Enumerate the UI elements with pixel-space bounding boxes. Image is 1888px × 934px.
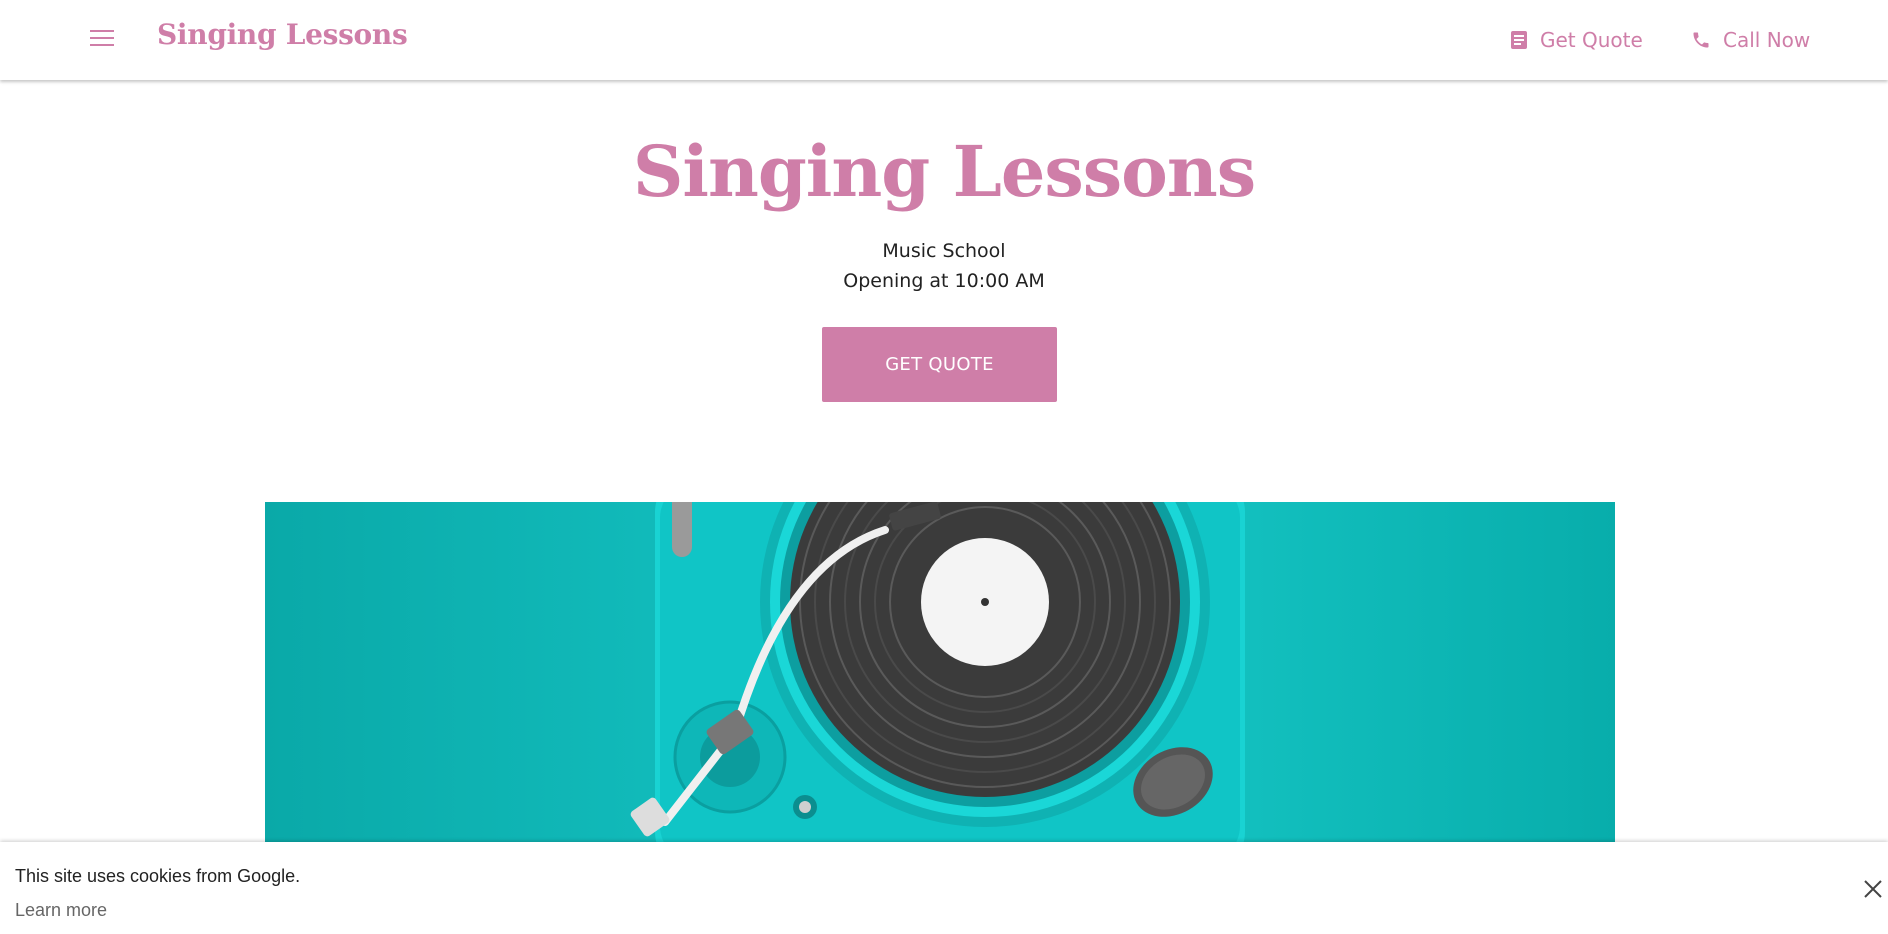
cookie-message: This site uses cookies from Google.: [15, 866, 301, 886]
hero-title: Singing Lessons: [632, 130, 1256, 213]
menu-icon[interactable]: [90, 28, 114, 48]
get-quote-button[interactable]: GET QUOTE: [822, 327, 1057, 402]
quote-icon: [1511, 31, 1527, 49]
turntable-illustration: [630, 502, 1245, 842]
turntable-image: [265, 502, 1615, 842]
business-category: Music School: [882, 240, 1006, 262]
get-quote-label: Get Quote: [1540, 28, 1643, 52]
phone-icon: [1693, 32, 1709, 48]
learn-more-link[interactable]: Learn more: [15, 900, 107, 921]
call-now-link[interactable]: Call Now: [1691, 25, 1810, 55]
get-quote-link[interactable]: Get Quote: [1510, 25, 1643, 55]
site-brand[interactable]: Singing Lessons: [157, 18, 408, 51]
call-now-label: Call Now: [1723, 28, 1811, 52]
cookie-banner: This site uses cookies from Google. Lear…: [0, 842, 1888, 934]
close-icon[interactable]: [1862, 878, 1884, 900]
opening-hours: Opening at 10:00 AM: [843, 270, 1045, 292]
top-app-bar: Singing Lessons Get Quote Call Now: [0, 0, 1888, 80]
